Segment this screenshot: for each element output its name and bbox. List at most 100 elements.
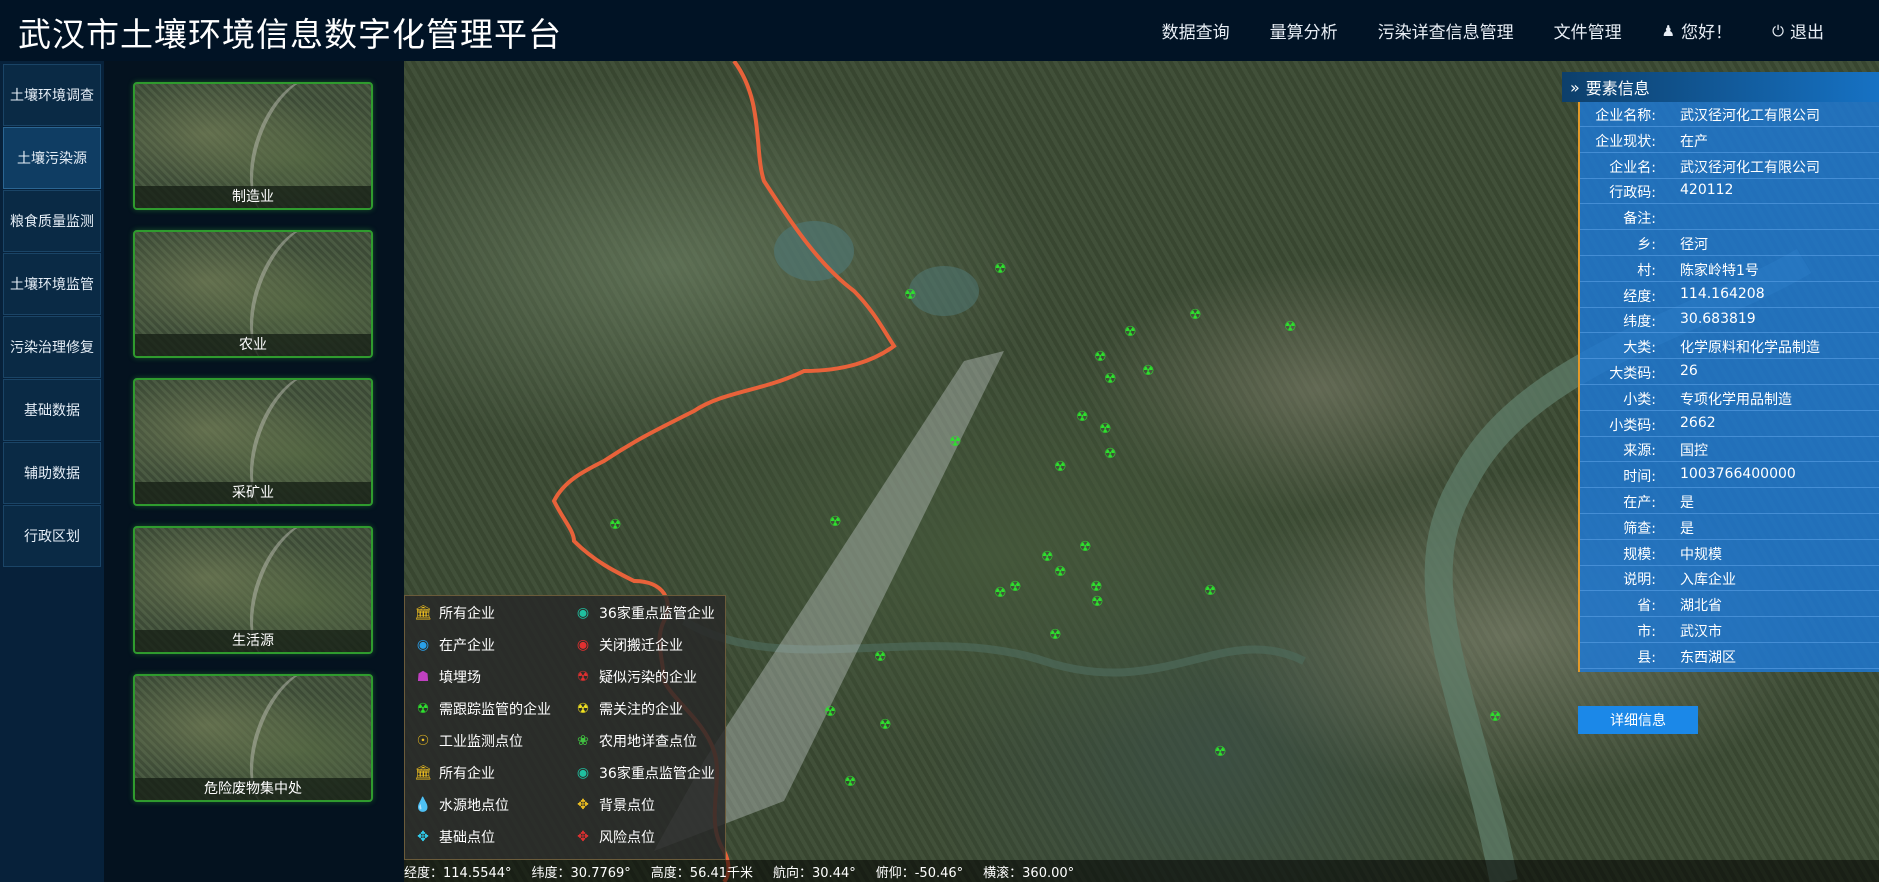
radiation-marker-icon[interactable]: ☢ <box>1076 409 1089 425</box>
top-header: 武汉市土壤环境信息数字化管理平台 数据查询 量算分析 污染详查信息管理 文件管理… <box>0 0 1879 62</box>
radiation-marker-icon[interactable]: ☢ <box>1204 583 1217 599</box>
info-row: 行政码: 420112 <box>1580 179 1879 205</box>
info-key: 大类码: <box>1609 366 1656 382</box>
sidebar-item-pollution-source[interactable]: 土壤污染源 <box>3 127 101 189</box>
logout-button[interactable]: ⏻ 退出 <box>1772 18 1824 44</box>
radiation-marker-icon[interactable]: ☢ <box>1009 579 1022 595</box>
info-value: 化学原料和化学品制造 <box>1680 340 1820 357</box>
radiation-marker-icon[interactable]: ☢ <box>1090 579 1103 595</box>
info-value: 1003766400000 <box>1680 466 1796 483</box>
info-value: 陈家岭特1号 <box>1680 262 1759 279</box>
info-row: 村: 陈家岭特1号 <box>1580 257 1879 282</box>
radiation-marker-icon[interactable]: ☢ <box>874 649 887 665</box>
legend-item[interactable]: ☢ 需关注的企业 <box>573 696 683 722</box>
radiation-marker-icon[interactable]: ☢ <box>1079 539 1092 555</box>
sidebar-item-soil-survey[interactable]: 土壤环境调查 <box>3 64 101 126</box>
legend-item[interactable]: ☗ 填埋场 <box>413 664 481 690</box>
legend-item[interactable]: ◉ 36家重点监管企业 <box>573 760 715 786</box>
info-row: 筛查: 是 <box>1580 515 1879 540</box>
radiation-marker-icon[interactable]: ☢ <box>1214 744 1227 760</box>
legend-label: 需关注的企业 <box>599 702 683 718</box>
crosshair-icon: ✥ <box>577 797 589 813</box>
legend-item[interactable]: ◉ 36家重点监管企业 <box>573 600 715 626</box>
legend-item[interactable]: ✥ 基础点位 <box>413 824 495 850</box>
info-value: 中规模 <box>1680 546 1722 563</box>
radiation-marker-icon[interactable]: ☢ <box>824 704 837 720</box>
radiation-marker-icon[interactable]: ☢ <box>1091 594 1104 610</box>
radiation-marker-icon[interactable]: ☢ <box>1124 324 1137 340</box>
building-icon: 🏛 <box>414 605 432 621</box>
radiation-icon: ☢ <box>576 701 590 717</box>
radiation-marker-icon[interactable]: ☢ <box>1049 627 1062 643</box>
nav-data-query[interactable]: 数据查询 <box>1162 18 1230 43</box>
legend-item[interactable]: ✥ 风险点位 <box>573 824 655 850</box>
legend-item[interactable]: 💧 水源地点位 <box>413 792 509 818</box>
radiation-marker-icon[interactable]: ☢ <box>1489 709 1502 725</box>
radiation-marker-icon[interactable]: ☢ <box>1104 371 1117 387</box>
radiation-marker-icon[interactable]: ☢ <box>949 434 962 450</box>
radiation-marker-icon[interactable]: ☢ <box>1104 446 1117 462</box>
category-card-mining[interactable]: 采矿业 <box>133 378 373 506</box>
nav-file-management[interactable]: 文件管理 <box>1554 18 1622 43</box>
legend-label: 基础点位 <box>439 830 495 846</box>
water-drop-icon: 💧 <box>414 797 432 813</box>
legend-item[interactable]: ☢ 需跟踪监管的企业 <box>413 696 551 722</box>
info-value: 是 <box>1680 520 1694 537</box>
legend-label: 关闭搬迁企业 <box>599 638 683 654</box>
radiation-marker-icon[interactable]: ☢ <box>1142 363 1155 379</box>
collapse-chevron-icon[interactable]: » <box>1570 78 1580 97</box>
radiation-marker-icon[interactable]: ☢ <box>1054 564 1067 580</box>
radiation-marker-icon[interactable]: ☢ <box>829 514 842 530</box>
sidebar-item-soil-supervision[interactable]: 土壤环境监管 <box>3 253 101 315</box>
nav-measure-analysis[interactable]: 量算分析 <box>1270 18 1338 43</box>
legend-item[interactable]: 🏛 所有企业 <box>413 760 495 786</box>
sidebar-item-grain-quality[interactable]: 粮食质量监测 <box>3 190 101 252</box>
radiation-marker-icon[interactable]: ☢ <box>1099 421 1112 437</box>
legend-label: 农用地详查点位 <box>599 734 697 750</box>
info-row: 省: 湖北省 <box>1580 592 1879 618</box>
info-panel-header[interactable]: » 要素信息 <box>1562 72 1879 102</box>
radiation-marker-icon[interactable]: ☢ <box>994 261 1007 277</box>
info-key: 行政码: <box>1609 185 1656 202</box>
radiation-marker-icon[interactable]: ☢ <box>1189 307 1202 323</box>
info-value: 径河 <box>1680 237 1708 253</box>
radiation-marker-icon[interactable]: ☢ <box>609 517 622 533</box>
legend-item[interactable]: ☢ 疑似污染的企业 <box>573 664 697 690</box>
radiation-marker-icon[interactable]: ☢ <box>1054 459 1067 475</box>
category-card-manufacturing[interactable]: 制造业 <box>133 82 373 210</box>
category-card-domestic[interactable]: 生活源 <box>133 526 373 654</box>
info-row: 企业名称: 武汉径河化工有限公司 <box>1580 102 1879 127</box>
category-label: 危险废物集中处 <box>135 778 371 800</box>
info-key: 经度: <box>1623 288 1656 305</box>
detail-info-button[interactable]: 详细信息 <box>1578 706 1698 734</box>
radiation-marker-icon[interactable]: ☢ <box>994 585 1007 601</box>
info-row: 小类: 专项化学用品制造 <box>1580 386 1879 411</box>
legend-item[interactable]: ✥ 背景点位 <box>573 792 655 818</box>
sidebar-item-remediation[interactable]: 污染治理修复 <box>3 316 101 378</box>
legend-item[interactable]: ◉ 关闭搬迁企业 <box>573 632 683 658</box>
category-card-agriculture[interactable]: 农业 <box>133 230 373 358</box>
radiation-marker-icon[interactable]: ☢ <box>1094 349 1107 365</box>
map-legend: 🏛 所有企业 ◉ 在产企业 ☗ 填埋场 ☢ 需跟踪监管的企业 ☉ 工业监测点位 … <box>404 595 726 860</box>
user-menu[interactable]: ♟ 您好！ <box>1662 18 1733 44</box>
nav-pollution-survey[interactable]: 污染详查信息管理 <box>1378 18 1514 43</box>
info-value: 在产 <box>1680 133 1708 150</box>
info-row: 备注: <box>1580 205 1879 231</box>
legend-item[interactable]: 🏛 所有企业 <box>413 600 495 626</box>
radiation-marker-icon[interactable]: ☢ <box>879 717 892 733</box>
radiation-marker-icon[interactable]: ☢ <box>1041 549 1054 565</box>
radiation-marker-icon[interactable]: ☢ <box>904 287 917 303</box>
legend-item[interactable]: ◉ 在产企业 <box>413 632 495 658</box>
info-key: 省: <box>1637 598 1656 615</box>
sidebar-item-aux-data[interactable]: 辅助数据 <box>3 442 101 504</box>
legend-item[interactable]: ☉ 工业监测点位 <box>413 728 523 754</box>
user-greeting: 您好！ <box>1681 23 1733 43</box>
sidebar-item-admin-division[interactable]: 行政区划 <box>3 505 101 567</box>
radiation-marker-icon[interactable]: ☢ <box>1284 319 1297 335</box>
category-card-hazardous-waste[interactable]: 危险废物集中处 <box>133 674 373 802</box>
legend-item[interactable]: ❀ 农用地详查点位 <box>573 728 697 754</box>
power-icon: ⏻ <box>1772 21 1784 40</box>
sidebar-item-base-data[interactable]: 基础数据 <box>3 379 101 441</box>
category-label: 农业 <box>135 334 371 356</box>
radiation-marker-icon[interactable]: ☢ <box>844 774 857 790</box>
